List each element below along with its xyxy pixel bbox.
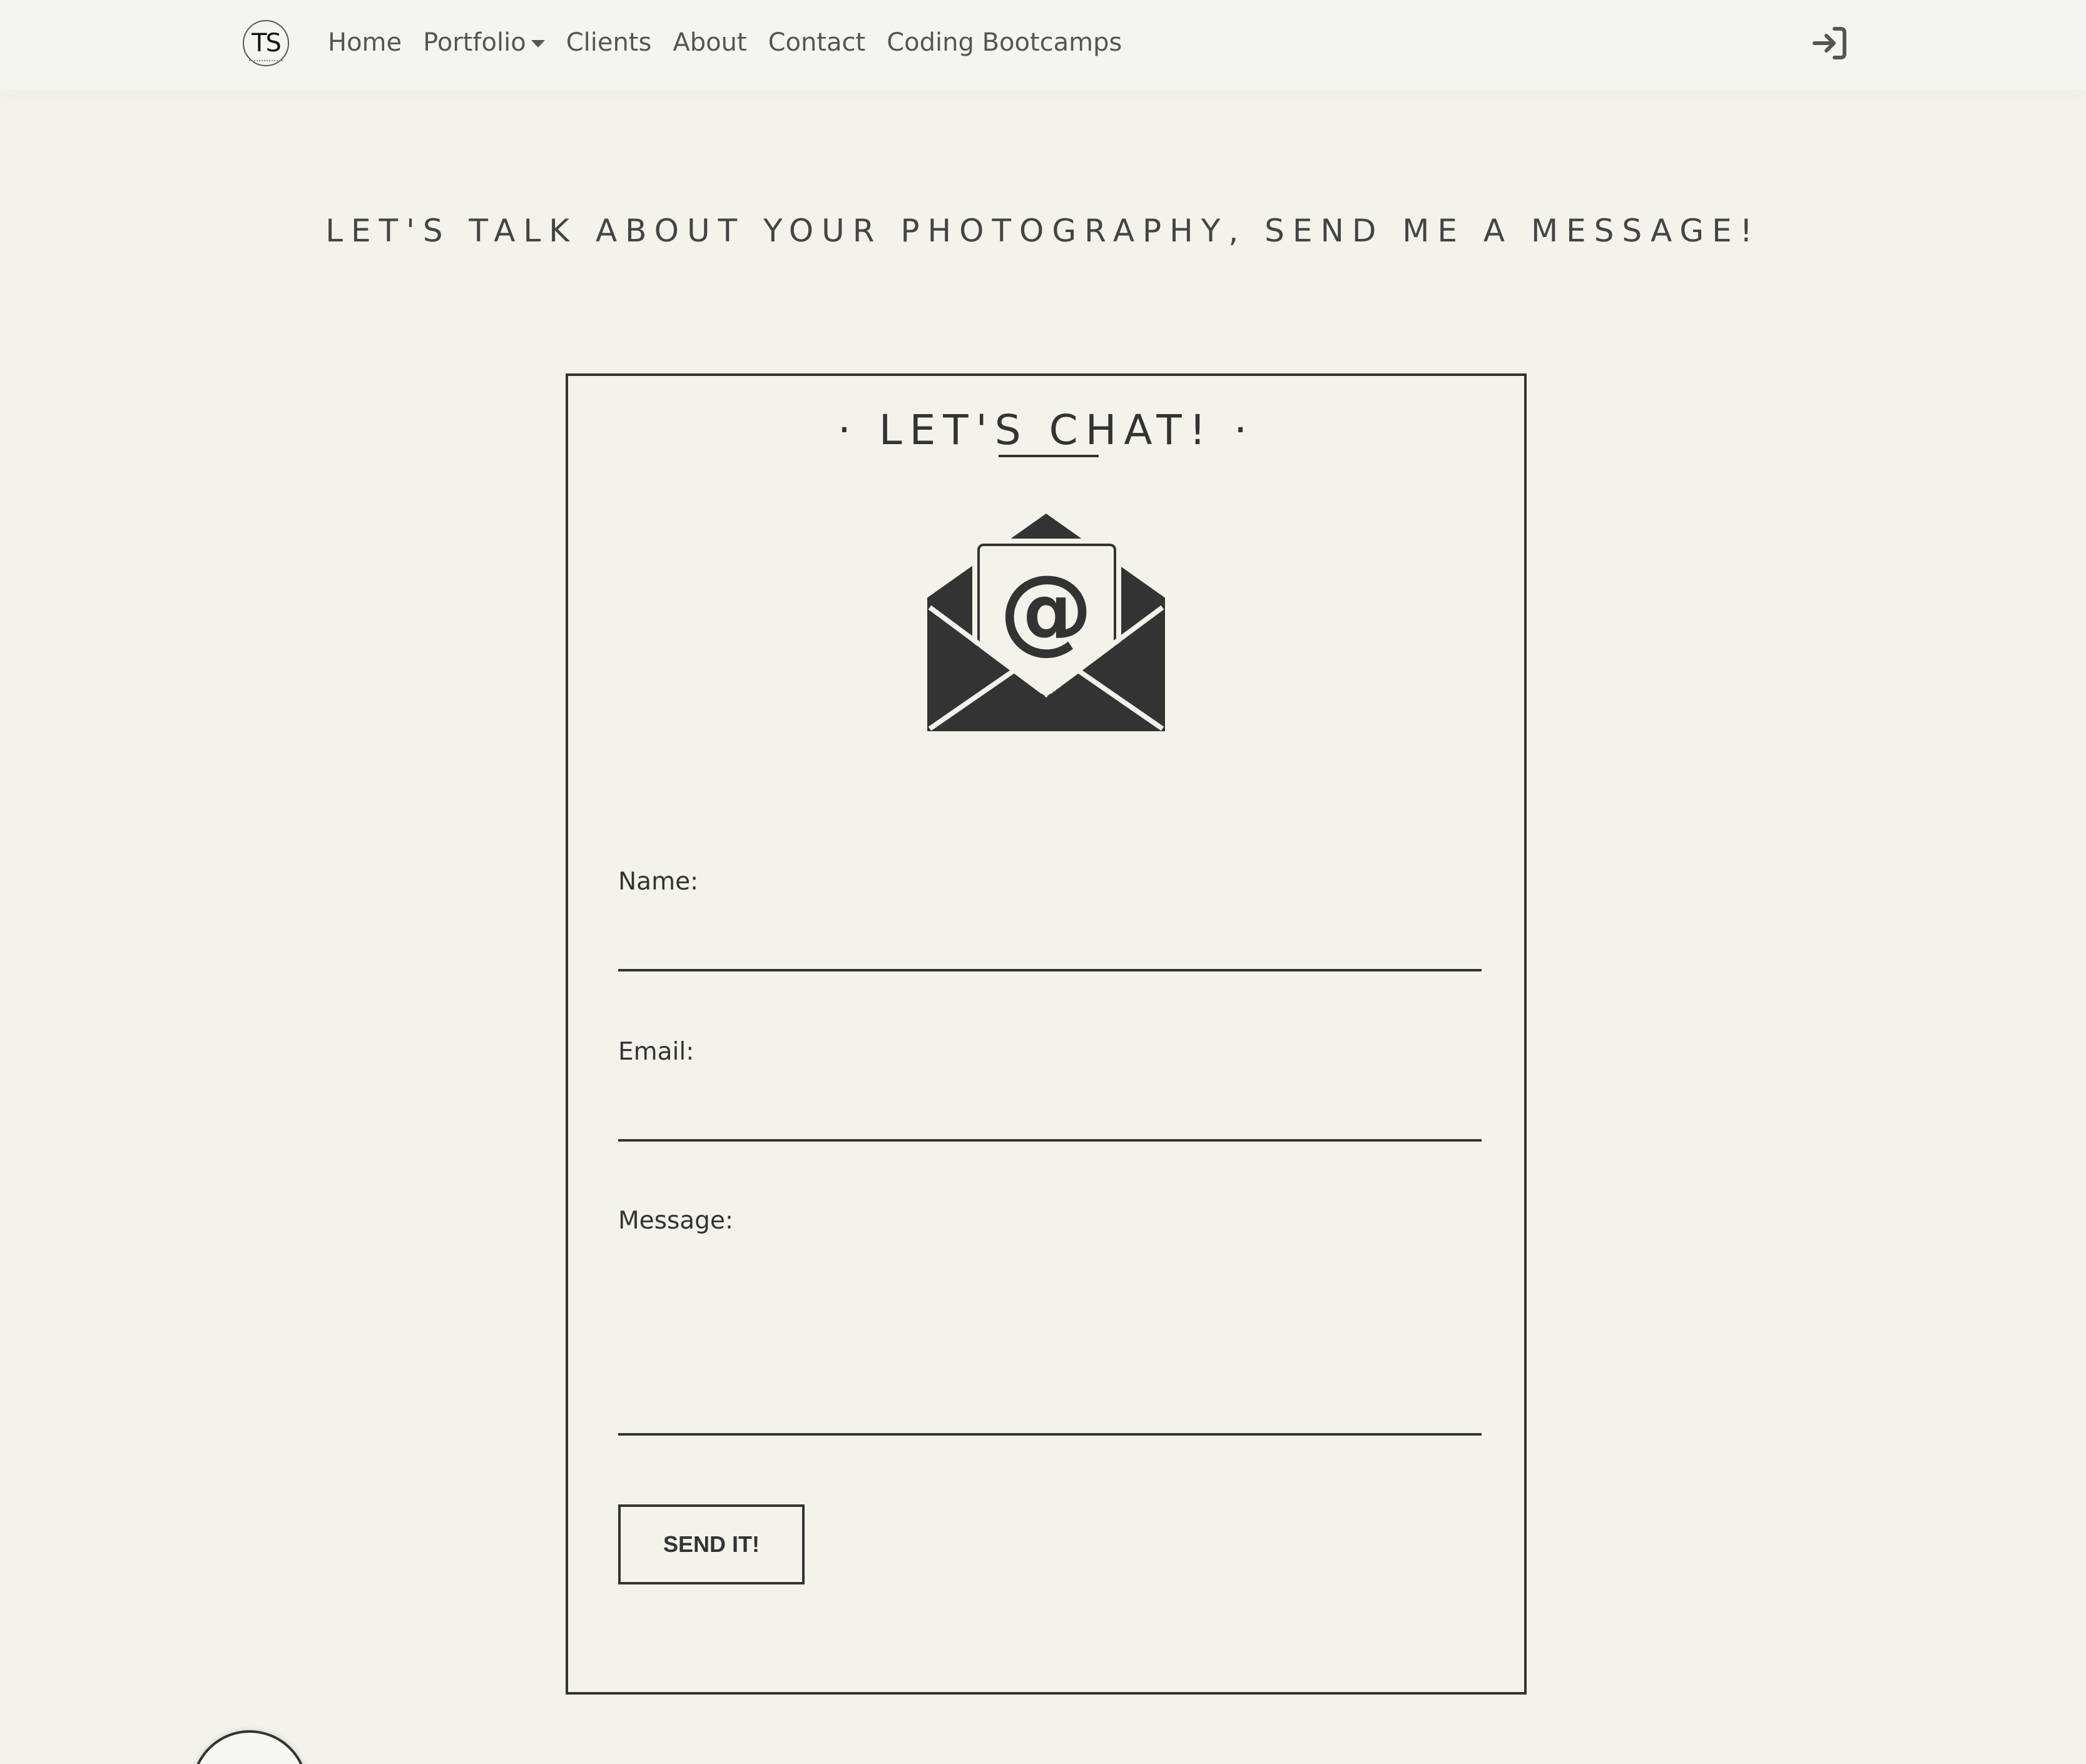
nav-link-about[interactable]: About bbox=[673, 25, 746, 60]
contact-form-card: · LET'S CHAT! · @ Name: Email: Message: … bbox=[566, 373, 1527, 1695]
nav-link-home[interactable]: Home bbox=[328, 25, 402, 60]
envelope-at-icon: @ bbox=[927, 514, 1165, 731]
nav-link-portfolio[interactable]: Portfolio bbox=[423, 25, 545, 60]
top-navbar: TS Home Portfolio Clients About Contact … bbox=[0, 0, 2086, 90]
sign-in-icon[interactable] bbox=[1812, 25, 1848, 61]
nav-link-coding-bootcamps[interactable]: Coding Bootcamps bbox=[887, 25, 1122, 60]
caret-down-icon bbox=[531, 40, 545, 48]
message-field[interactable] bbox=[618, 1250, 1482, 1436]
nav-link-clients[interactable]: Clients bbox=[566, 25, 652, 60]
send-button[interactable]: SEND IT! bbox=[618, 1504, 805, 1584]
email-label: Email: bbox=[618, 1038, 694, 1066]
email-field[interactable] bbox=[618, 1098, 1482, 1142]
svg-text:@: @ bbox=[999, 555, 1093, 664]
nav-link-portfolio-label: Portfolio bbox=[423, 28, 526, 57]
name-field[interactable] bbox=[618, 928, 1482, 971]
message-label: Message: bbox=[618, 1207, 734, 1235]
page-headline: LET'S TALK ABOUT YOUR PHOTOGRAPHY, SEND … bbox=[325, 213, 1761, 249]
nav-links: Home Portfolio Clients About Contact Cod… bbox=[328, 25, 1143, 60]
card-title: · LET'S CHAT! · bbox=[837, 406, 1255, 454]
logo-text: TS bbox=[252, 29, 282, 58]
scroll-to-top-button[interactable] bbox=[191, 1730, 308, 1764]
title-underline bbox=[999, 455, 1099, 457]
nav-link-contact[interactable]: Contact bbox=[768, 25, 866, 60]
site-logo[interactable]: TS bbox=[243, 20, 289, 66]
name-label: Name: bbox=[618, 868, 699, 896]
